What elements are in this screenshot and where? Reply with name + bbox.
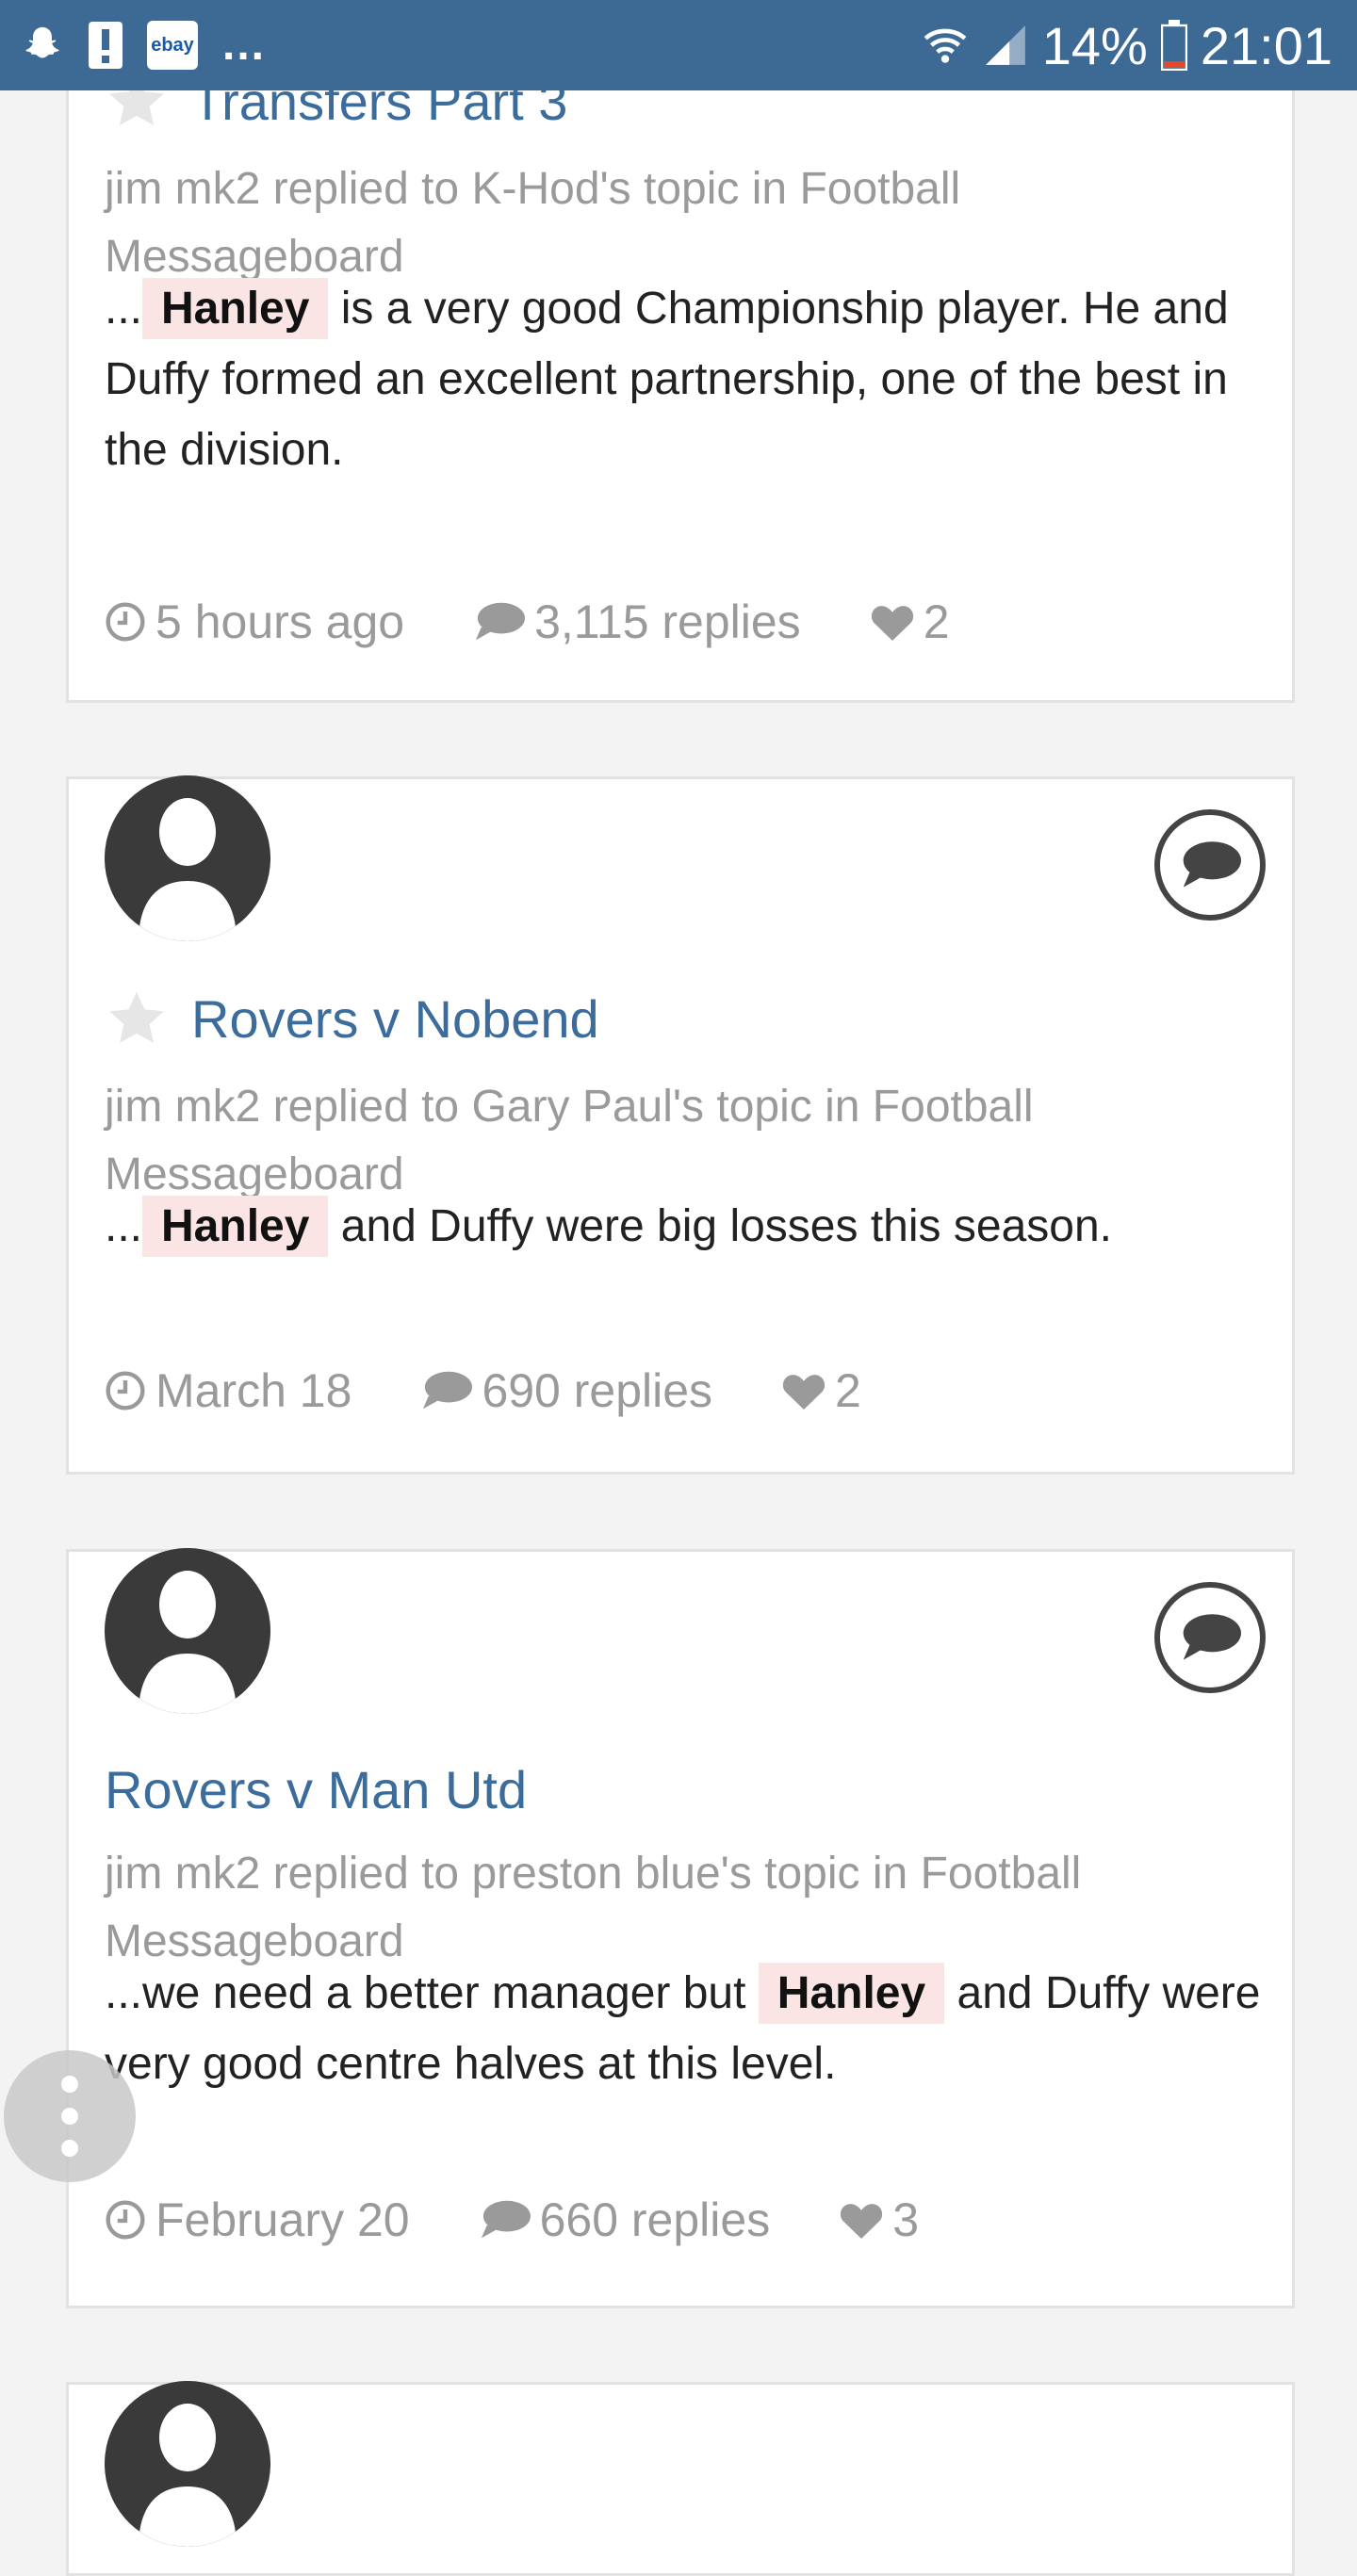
floating-menu-button[interactable] xyxy=(4,2050,136,2182)
post-stats: February 20 660 replies 3 xyxy=(105,2193,989,2247)
vertical-dots-icon-dot xyxy=(61,2108,78,2125)
post-time: March 18 xyxy=(105,1363,352,1418)
post-time-label: 5 hours ago xyxy=(155,595,405,648)
speech-bubble-icon xyxy=(423,1371,473,1410)
post-card: Rovers v Nobend jim mk2 replied to Gary … xyxy=(66,775,1295,1475)
system-status: 14% 21:01 xyxy=(922,13,1332,77)
post-stats: 5 hours ago 3,115 replies 2 xyxy=(105,595,1020,649)
snapchat-icon xyxy=(25,26,59,58)
post-likes: 2 xyxy=(871,595,950,649)
heart-icon xyxy=(871,606,913,642)
avatar[interactable] xyxy=(105,1548,270,1714)
excerpt-prefix: ... xyxy=(105,284,143,334)
chat-button[interactable] xyxy=(1154,809,1266,921)
activity-stream: Transfers Part 3 jim mk2 replied to K-Ho… xyxy=(38,0,1319,2576)
post-stats: March 18 690 replies 2 xyxy=(105,1363,931,1418)
post-title-row: Rovers v Man Utd xyxy=(105,1759,527,1820)
post-likes: 3 xyxy=(840,2193,919,2247)
user-silhouette-icon xyxy=(105,775,270,941)
star-icon[interactable] xyxy=(105,986,169,1051)
search-highlight: Hanley xyxy=(142,278,329,339)
signal-icon xyxy=(985,25,1025,65)
post-card xyxy=(66,2381,1295,2576)
excerpt-prefix: ... xyxy=(105,1201,143,1251)
battery-icon xyxy=(1160,20,1187,71)
post-excerpt: ...we need a better manager but Hanley a… xyxy=(105,1958,1264,2099)
user-silhouette-icon xyxy=(105,1548,270,1714)
post-replies-label: 660 replies xyxy=(539,2193,771,2246)
excerpt-prefix: ...we need a better manager but xyxy=(105,1968,759,2018)
post-time-label: February 20 xyxy=(155,2193,410,2246)
avatar[interactable] xyxy=(105,775,270,941)
vertical-dots-icon xyxy=(61,2076,78,2093)
excerpt-suffix: and Duffy were big losses this season. xyxy=(328,1201,1112,1251)
post-meta: jim mk2 replied to Gary Paul's topic in … xyxy=(105,1082,1034,1199)
post-likes: 2 xyxy=(782,1363,861,1418)
post-time: 5 hours ago xyxy=(105,595,404,649)
speech-bubble-icon xyxy=(476,602,526,641)
speech-bubble-icon xyxy=(481,2200,531,2239)
heart-icon xyxy=(841,2204,883,2240)
post-replies[interactable]: 690 replies xyxy=(421,1363,712,1418)
more-notifications: ... xyxy=(222,20,267,70)
post-replies-label: 690 replies xyxy=(482,1364,713,1417)
chat-bubble-icon xyxy=(1183,841,1241,888)
post-replies[interactable]: 3,115 replies xyxy=(474,595,801,649)
user-silhouette-icon xyxy=(105,2381,270,2547)
ebay-icon: ebay xyxy=(147,21,198,70)
post-time: February 20 xyxy=(105,2193,410,2247)
post-meta: jim mk2 replied to K-Hod's topic in Foot… xyxy=(105,164,961,282)
battery-percent: 14% xyxy=(1041,15,1148,75)
search-highlight: Hanley xyxy=(142,1196,329,1257)
clock-icon xyxy=(106,602,145,642)
post-likes-count: 3 xyxy=(892,2193,920,2246)
post-time-label: March 18 xyxy=(155,1364,352,1417)
search-highlight: Hanley xyxy=(758,1963,945,2024)
post-replies[interactable]: 660 replies xyxy=(480,2193,771,2247)
avatar[interactable] xyxy=(105,2381,270,2547)
heart-icon xyxy=(782,1375,826,1410)
vertical-dots-icon-dot xyxy=(61,2140,78,2157)
post-title-row: Rovers v Nobend xyxy=(105,986,599,1051)
post-meta: jim mk2 replied to preston blue's topic … xyxy=(105,1849,1082,1966)
post-title-link[interactable]: Rovers v Man Utd xyxy=(105,1759,527,1820)
clock-time: 21:01 xyxy=(1200,15,1332,75)
post-likes-count: 2 xyxy=(835,1364,861,1417)
chat-button[interactable] xyxy=(1154,1582,1266,1693)
clock-icon xyxy=(106,1371,145,1410)
wifi-icon xyxy=(924,28,967,63)
post-excerpt: ... Hanley is a very good Championship pl… xyxy=(105,273,1264,485)
chat-bubble-icon xyxy=(1183,1614,1241,1660)
notification-icons: ebay ... xyxy=(21,19,266,72)
status-bar: ebay ... 14% 21:01 xyxy=(0,0,1357,90)
post-replies-label: 3,115 replies xyxy=(534,595,801,648)
clock-icon xyxy=(106,2200,145,2240)
alert-icon xyxy=(89,22,123,69)
post-card: Transfers Part 3 jim mk2 replied to K-Ho… xyxy=(66,0,1295,703)
post-card: Rovers v Man Utd jim mk2 replied to pres… xyxy=(66,1548,1295,2308)
post-likes-count: 2 xyxy=(923,595,950,648)
post-excerpt: ... Hanley and Duffy were big losses this… xyxy=(105,1191,1264,1262)
post-title-link[interactable]: Rovers v Nobend xyxy=(191,988,599,1050)
